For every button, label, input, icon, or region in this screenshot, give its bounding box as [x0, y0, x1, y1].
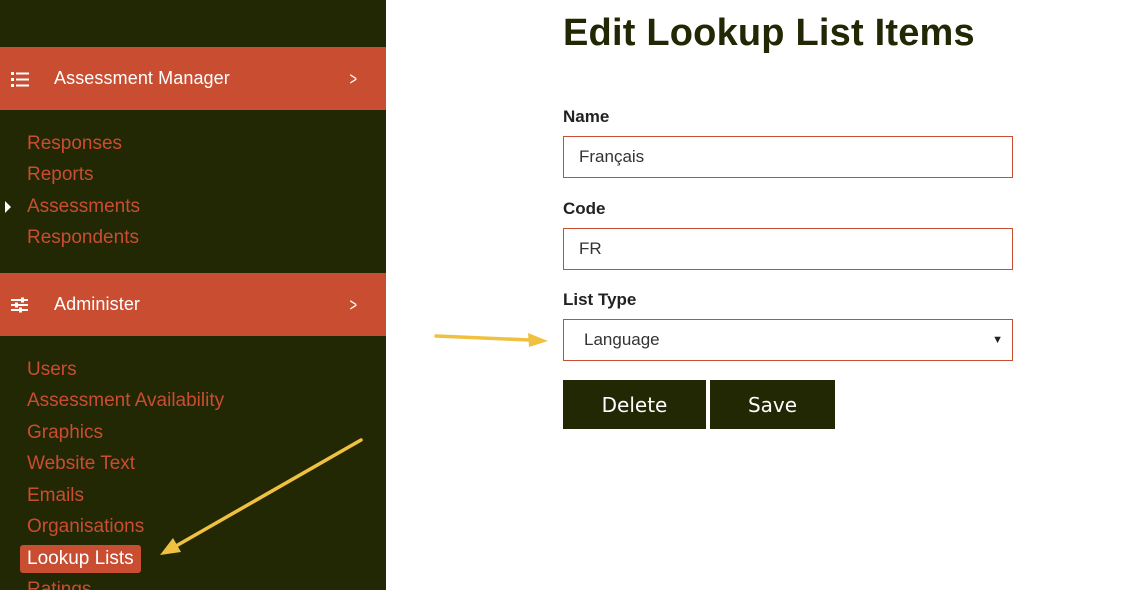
- save-button[interactable]: Save: [710, 380, 835, 429]
- main-content: Edit Lookup List Items Name Code List Ty…: [386, 0, 1131, 590]
- chevron-right-icon: >: [349, 68, 357, 89]
- administer-title: Administer: [54, 294, 141, 314]
- list-icon: [10, 69, 30, 89]
- nav-item-organisations[interactable]: Organisations: [27, 514, 144, 540]
- nav-item-reports[interactable]: Reports: [27, 162, 94, 188]
- nav-item-responses[interactable]: Responses: [27, 131, 122, 157]
- name-label: Name: [563, 107, 610, 126]
- code-label: Code: [563, 199, 606, 218]
- list-type-selected-value: Language: [584, 330, 660, 349]
- sidebar: Assessment Manager > Responses Reports A…: [0, 0, 386, 590]
- list-type-select[interactable]: Language ▼: [563, 319, 1013, 361]
- current-indicator-icon: [5, 201, 11, 213]
- assessment-manager-header[interactable]: Assessment Manager >: [0, 47, 386, 110]
- nav-item-emails[interactable]: Emails: [27, 483, 84, 509]
- nav-item-users[interactable]: Users: [27, 357, 77, 383]
- nav-item-ratings[interactable]: Ratings: [27, 577, 91, 590]
- nav-item-respondents[interactable]: Respondents: [27, 225, 139, 251]
- nav-item-graphics[interactable]: Graphics: [27, 420, 103, 446]
- dropdown-caret-icon: ▼: [992, 334, 1003, 346]
- code-input[interactable]: [563, 228, 1013, 270]
- chevron-right-icon: >: [349, 294, 357, 315]
- sliders-icon: [10, 295, 30, 315]
- delete-button[interactable]: Delete: [563, 380, 706, 429]
- nav-item-lookup-lists[interactable]: Lookup Lists: [20, 545, 141, 573]
- nav-item-website-text[interactable]: Website Text: [27, 451, 135, 477]
- assessment-manager-title: Assessment Manager: [54, 68, 230, 88]
- list-type-label: List Type: [563, 290, 637, 309]
- page-title: Edit Lookup List Items: [563, 12, 975, 54]
- name-input[interactable]: [563, 136, 1013, 178]
- nav-item-assessment-availability[interactable]: Assessment Availability: [27, 388, 224, 414]
- administer-header[interactable]: Administer >: [0, 273, 386, 336]
- nav-item-assessments[interactable]: Assessments: [27, 194, 140, 220]
